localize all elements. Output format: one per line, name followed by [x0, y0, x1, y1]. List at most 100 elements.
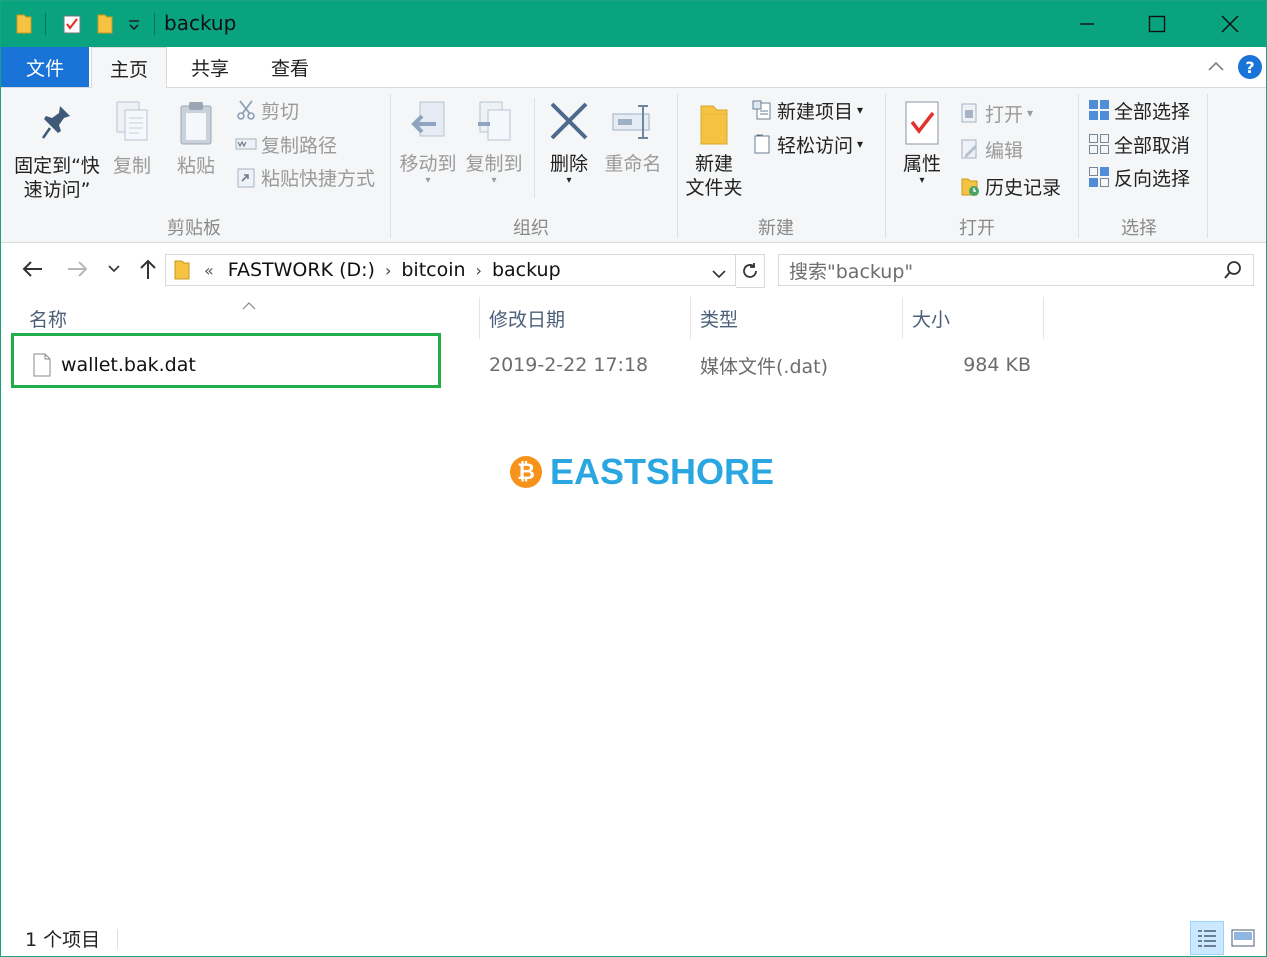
paste-button[interactable]: 粘贴: [171, 100, 221, 178]
address-overflow[interactable]: «: [204, 261, 214, 280]
refresh-button[interactable]: [736, 254, 765, 288]
column-header-date[interactable]: 修改日期: [489, 296, 565, 340]
open-icon: [959, 102, 981, 124]
open-dropdown-icon: ▾: [1027, 106, 1034, 120]
paste-shortcut-button[interactable]: 粘贴快捷方式: [235, 163, 375, 191]
back-button[interactable]: [17, 255, 47, 283]
group-label-new: 新建: [758, 218, 794, 239]
group-label-select: 选择: [1121, 218, 1157, 239]
forward-button[interactable]: [63, 255, 93, 283]
up-button[interactable]: [133, 255, 163, 283]
tab-view[interactable]: 查看: [251, 47, 329, 87]
history-icon: [959, 175, 981, 197]
move-to-button[interactable]: 移动到 ▾: [397, 100, 459, 186]
breadcrumb-backup[interactable]: backup: [492, 259, 561, 281]
copy-path-label: 复制路径: [261, 134, 338, 157]
properties-dropdown-icon: ▾: [919, 175, 925, 186]
sort-ascending-icon: [242, 295, 256, 314]
properties-button[interactable]: 属性 ▾: [894, 100, 950, 186]
column-header-type[interactable]: 类型: [700, 296, 738, 340]
title-bar: backup: [1, 1, 1266, 47]
eastshore-watermark: ₿ EASTSHORE: [510, 451, 774, 493]
invert-selection-icon: [1088, 166, 1110, 188]
bitcoin-logo-icon: ₿: [510, 456, 542, 488]
properties-icon: [894, 100, 950, 148]
invert-selection-button[interactable]: 反向选择: [1088, 163, 1190, 191]
search-box[interactable]: 搜索"backup": [778, 254, 1254, 286]
select-none-button[interactable]: 全部取消: [1088, 130, 1190, 158]
group-label-organize: 组织: [513, 218, 549, 239]
large-icons-view-button[interactable]: [1226, 921, 1260, 955]
breadcrumb-drive[interactable]: FASTWORK (D:): [228, 259, 375, 281]
easy-access-label: 轻松访问: [777, 134, 854, 157]
tab-home[interactable]: 主页: [91, 47, 167, 89]
paste-label: 粘贴: [176, 155, 215, 177]
window-title: backup: [164, 11, 237, 35]
invert-selection-label: 反向选择: [1114, 167, 1191, 190]
address-folder-icon: [174, 259, 190, 281]
close-button[interactable]: [1194, 1, 1266, 47]
history-button[interactable]: 历史记录: [959, 172, 1061, 200]
copy-path-button[interactable]: 复制路径: [235, 130, 337, 158]
address-dropdown-icon[interactable]: [711, 263, 727, 285]
properties-quick-icon[interactable]: [61, 11, 83, 37]
delete-button[interactable]: 删除 ▾: [543, 100, 595, 186]
breadcrumb-chevron-icon[interactable]: ›: [476, 261, 482, 280]
select-all-button[interactable]: 全部选择: [1088, 96, 1190, 124]
edit-button[interactable]: 编辑: [959, 135, 1023, 163]
breadcrumb-chevron-icon[interactable]: ›: [385, 261, 391, 280]
status-item-count: 1 个项目: [25, 929, 101, 951]
column-header-size[interactable]: 大小: [912, 296, 950, 340]
maximize-button[interactable]: [1121, 1, 1193, 47]
tab-file[interactable]: 文件: [1, 47, 89, 87]
address-bar[interactable]: « FASTWORK (D:) › bitcoin › backup: [165, 254, 736, 286]
easy-access-button[interactable]: 轻松访问 ▾: [751, 130, 863, 158]
file-size: 984 KB: [963, 354, 1031, 376]
customize-toolbar-chevron-icon[interactable]: [127, 11, 141, 37]
recent-locations-chevron-icon[interactable]: [101, 255, 127, 283]
open-button[interactable]: 打开 ▾: [959, 99, 1033, 127]
collapse-ribbon-icon[interactable]: [1206, 57, 1226, 81]
file-type: 媒体文件(.dat): [700, 355, 829, 378]
search-icon[interactable]: [1223, 260, 1243, 285]
new-item-button[interactable]: 新建项目 ▾: [751, 96, 863, 124]
file-date: 2019-2-22 17:18: [489, 354, 649, 376]
open-label: 打开: [985, 103, 1024, 126]
refresh-icon: [743, 263, 757, 278]
rename-label: 重命名: [604, 153, 662, 175]
select-none-label: 全部取消: [1114, 134, 1191, 157]
explorer-window: backup 文件 主页 共享 查看 ? 固定到“快 速访问” 复制 粘贴 剪切…: [0, 0, 1267, 957]
new-folder-quick-icon[interactable]: [96, 11, 114, 37]
pin-label-line2: 速访问”: [23, 179, 91, 201]
details-view-button[interactable]: [1190, 921, 1224, 955]
search-input[interactable]: 搜索"backup": [789, 257, 913, 284]
new-item-label: 新建项目: [777, 100, 854, 123]
details-view-icon: [1198, 930, 1216, 947]
delete-label: 删除: [549, 153, 588, 175]
cut-button[interactable]: 剪切: [235, 96, 299, 124]
highlight-box: [11, 333, 441, 388]
easy-access-dropdown-icon: ▾: [857, 137, 864, 151]
rename-button[interactable]: 重命名: [601, 100, 665, 176]
easy-access-icon: [751, 133, 773, 155]
breadcrumb-bitcoin[interactable]: bitcoin: [401, 259, 465, 281]
rename-icon: [601, 100, 665, 146]
pin-quick-access-button[interactable]: 固定到“快 速访问”: [9, 102, 105, 202]
select-none-icon: [1088, 133, 1110, 155]
new-folder-button[interactable]: 新建 文件夹: [681, 100, 747, 200]
minimize-button[interactable]: [1051, 1, 1123, 47]
tab-share[interactable]: 共享: [171, 47, 249, 87]
help-icon[interactable]: ?: [1238, 55, 1262, 79]
move-to-dropdown-icon: ▾: [425, 175, 431, 186]
paste-shortcut-icon: [235, 166, 257, 188]
delete-dropdown-icon: ▾: [566, 175, 572, 186]
edit-label: 编辑: [985, 139, 1024, 162]
new-item-icon: [751, 99, 773, 121]
pin-icon: [9, 102, 105, 146]
copy-to-icon: [463, 100, 525, 146]
select-all-label: 全部选择: [1114, 100, 1191, 123]
copy-to-button[interactable]: 复制到 ▾: [463, 100, 525, 186]
copy-button[interactable]: 复制: [107, 100, 157, 178]
paste-shortcut-label: 粘贴快捷方式: [261, 167, 376, 190]
copy-path-icon: [235, 133, 257, 155]
